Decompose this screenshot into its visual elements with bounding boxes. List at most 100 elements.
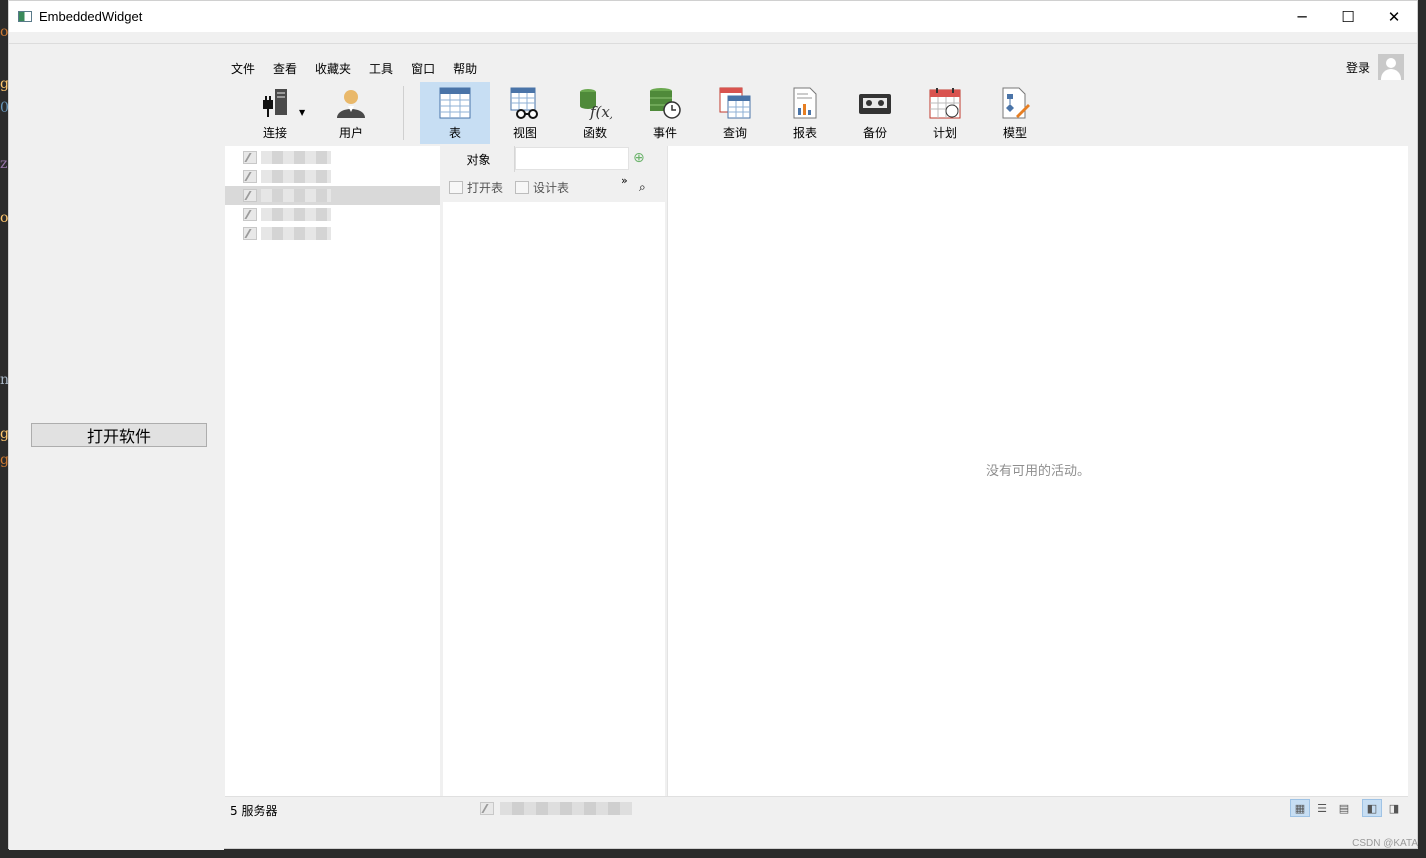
tool-view[interactable]: 视图 — [490, 82, 560, 144]
tree-item[interactable] — [225, 224, 440, 243]
plug-icon — [258, 86, 292, 120]
list-view-icon[interactable]: ☰ — [1312, 799, 1332, 817]
server-count: 5 服务器 — [230, 804, 278, 818]
tree-item-label-redacted — [261, 227, 331, 240]
tree-item[interactable] — [225, 205, 440, 224]
close-button[interactable]: ✕ — [1371, 1, 1417, 32]
connection-icon — [243, 151, 257, 164]
login-label[interactable]: 登录 — [1346, 59, 1370, 76]
toolbar-divider — [403, 86, 404, 140]
more-actions-icon[interactable]: » — [621, 175, 628, 186]
user-icon — [334, 86, 368, 120]
menu-help[interactable]: 帮助 — [447, 60, 489, 78]
user-button[interactable]: 用户 — [316, 82, 386, 144]
tab-objects[interactable]: 对象 — [443, 146, 515, 172]
watermark: CSDN @KATA — [1352, 838, 1418, 849]
object-tabs: 对象 ⊕ — [443, 146, 665, 172]
left-pane-toggle-icon[interactable]: ◧ — [1362, 799, 1382, 817]
design-table-button[interactable]: 设计表 — [515, 179, 569, 196]
menu-window[interactable]: 窗口 — [405, 60, 447, 78]
tool-table-label: 表 — [448, 126, 461, 140]
query-icon — [718, 86, 752, 120]
avatar[interactable] — [1378, 54, 1404, 80]
connection-tree[interactable] — [225, 146, 440, 796]
tool-schedule[interactable]: 计划 — [910, 82, 980, 144]
window-title: EmbeddedWidget — [39, 9, 143, 24]
view-mode-buttons: ▦ ☰ ▤ ◧ ◨ — [1288, 799, 1404, 817]
menu-view[interactable]: 查看 — [267, 60, 309, 78]
app-icon — [18, 11, 32, 22]
schedule-icon — [928, 86, 962, 120]
embedded-app: 文件 查看 收藏夹 工具 窗口 帮助 登录 连接 ▼ 用户 表 视图 f(x 函… — [225, 44, 1408, 824]
embedded-widget-window: EmbeddedWidget ─ ☐ ✕ 打开软件 文件 查看 收藏夹 工具 窗… — [8, 0, 1418, 850]
tree-item[interactable] — [225, 167, 440, 186]
tree-item-label-redacted — [261, 170, 331, 183]
tool-event[interactable]: 事件 — [630, 82, 700, 144]
activity-panel: 没有可用的活动。 — [667, 146, 1408, 796]
tool-model-label: 模型 — [1002, 126, 1027, 140]
editor-glyph: z — [0, 156, 8, 172]
connection-icon — [243, 170, 257, 183]
tree-item-label-redacted — [261, 151, 331, 164]
view-icon — [508, 86, 542, 120]
design-table-label: 设计表 — [533, 181, 570, 195]
maximize-button[interactable]: ☐ — [1325, 1, 1371, 32]
grid-view-icon[interactable]: ▦ — [1290, 799, 1310, 817]
workspace: 对象 ⊕ 打开表 设计表 » ⌕ 没有可用的活动。 — [225, 146, 1408, 796]
right-pane-toggle-icon[interactable]: ◨ — [1384, 799, 1404, 817]
detail-view-icon[interactable]: ▤ — [1334, 799, 1354, 817]
tool-report[interactable]: 报表 — [770, 82, 840, 144]
svg-text:f(x): f(x) — [589, 103, 612, 120]
tool-function[interactable]: f(x) 函数 — [560, 82, 630, 144]
menu-bar: 文件 查看 收藏夹 工具 窗口 帮助 — [225, 60, 489, 78]
minimize-button[interactable]: ─ — [1279, 1, 1325, 32]
object-panel: 对象 ⊕ 打开表 设计表 » ⌕ — [443, 146, 665, 796]
object-toolbar: 打开表 设计表 » ⌕ — [443, 172, 665, 202]
open-table-label: 打开表 — [467, 181, 504, 195]
open-table-icon — [449, 181, 463, 194]
tool-report-label: 报表 — [792, 126, 817, 140]
activity-empty-message: 没有可用的活动。 — [986, 464, 1091, 479]
object-search-input[interactable] — [515, 147, 629, 170]
open-table-button[interactable]: 打开表 — [449, 179, 503, 196]
tool-backup[interactable]: 备份 — [840, 82, 910, 144]
main-toolbar: 连接 ▼ 用户 表 视图 f(x 函数 事件 查询 报表 备份 计划 模型 — [225, 82, 1408, 144]
user-label: 用户 — [338, 126, 363, 140]
menu-tools[interactable]: 工具 — [363, 60, 405, 78]
tool-view-label: 视图 — [512, 126, 537, 140]
connect-dropdown-icon[interactable]: ▼ — [299, 108, 305, 117]
new-object-icon[interactable]: ⊕ — [633, 150, 651, 168]
tool-table[interactable]: 表 — [420, 82, 490, 144]
connect-label: 连接 — [262, 126, 287, 140]
menu-file[interactable]: 文件 — [225, 60, 267, 78]
title-bar[interactable]: EmbeddedWidget ─ ☐ ✕ — [9, 1, 1417, 32]
report-icon — [788, 86, 822, 120]
login-area[interactable]: 登录 — [1346, 54, 1404, 80]
design-table-icon — [515, 181, 529, 194]
tree-item-selected[interactable] — [225, 186, 440, 205]
open-software-button[interactable]: 打开软件 — [31, 423, 207, 447]
status-connection — [480, 802, 632, 815]
menu-favorites[interactable]: 收藏夹 — [309, 60, 363, 78]
tree-item-label-redacted — [261, 189, 331, 202]
tool-event-label: 事件 — [652, 126, 677, 140]
connection-icon — [243, 227, 257, 240]
window-controls: ─ ☐ ✕ — [1279, 1, 1417, 32]
event-icon — [648, 86, 682, 120]
tool-query-label: 查询 — [722, 126, 747, 140]
tool-backup-label: 备份 — [862, 126, 887, 140]
tool-query[interactable]: 查询 — [700, 82, 770, 144]
tree-item-label-redacted — [261, 208, 331, 221]
connection-icon — [243, 189, 257, 202]
table-icon — [438, 86, 472, 120]
tool-model[interactable]: 模型 — [980, 82, 1050, 144]
status-connection-label-redacted — [500, 802, 632, 815]
status-bar: 5 服务器 ▦ ☰ ▤ ◧ ◨ — [225, 796, 1408, 820]
find-icon[interactable]: ⌕ — [639, 180, 646, 195]
launcher-pane: 打开软件 — [9, 44, 224, 850]
tool-schedule-label: 计划 — [932, 126, 957, 140]
tree-item[interactable] — [225, 148, 440, 167]
connection-icon — [243, 208, 257, 221]
connection-icon — [480, 802, 494, 815]
backup-icon — [858, 86, 892, 120]
